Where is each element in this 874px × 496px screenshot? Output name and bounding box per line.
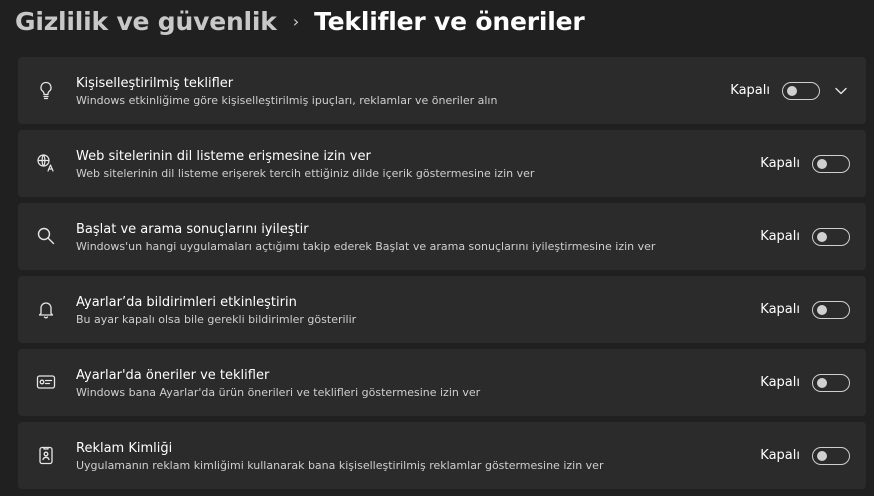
setting-row-settings-suggestions: Ayarlar'da öneriler ve teklifler Windows… — [18, 349, 866, 416]
toggle-knob — [817, 304, 827, 315]
setting-description: Web sitelerinin dil listeme erişerek ter… — [76, 167, 535, 180]
bell-icon — [35, 298, 57, 320]
language-globe-icon — [35, 152, 57, 174]
search-icon — [35, 225, 57, 247]
advertising-id-toggle[interactable] — [812, 446, 850, 465]
setting-row-personalized-offers[interactable]: Kişiselleştirilmiş teklifler Windows etk… — [18, 57, 866, 124]
settings-page: Gizlilik ve güvenlik › Teklifler ve öner… — [0, 0, 874, 496]
setting-title: Başlat ve arama sonuçlarını iyileştir — [76, 222, 309, 237]
setting-title: Web sitelerinin dil listeme erişmesine i… — [76, 149, 371, 164]
toggle-state-label: Kapalı — [760, 229, 800, 244]
toggle-state-label: Kapalı — [760, 375, 800, 390]
toggle-knob — [817, 450, 827, 461]
setting-title: Kişiselleştirilmiş teklifler — [76, 76, 234, 91]
toggle-state-label: Kapalı — [730, 83, 770, 98]
chevron-down-icon[interactable] — [834, 84, 848, 98]
setting-row-language-list: Web sitelerinin dil listeme erişmesine i… — [18, 130, 866, 197]
breadcrumb: Gizlilik ve güvenlik › Teklifler ve öner… — [15, 3, 585, 39]
page-title: Teklifler ve öneriler — [314, 6, 585, 36]
toggle-state-label: Kapalı — [760, 448, 800, 463]
improve-start-search-toggle[interactable] — [812, 227, 850, 246]
toggle-knob — [817, 231, 827, 242]
setting-row-improve-start-search: Başlat ve arama sonuçlarını iyileştir Wi… — [18, 203, 866, 270]
toggle-state-label: Kapalı — [760, 156, 800, 171]
setting-title: Ayarlar’da bildirimleri etkinleştirin — [76, 295, 297, 310]
setting-description: Windows etkinliğime göre kişiselleştiril… — [76, 94, 498, 107]
lightbulb-icon — [35, 79, 57, 101]
settings-list: Kişiselleştirilmiş teklifler Windows etk… — [18, 57, 866, 495]
toggle-knob — [817, 158, 827, 169]
setting-description: Bu ayar kapalı olsa bile gerekli bildiri… — [76, 313, 357, 326]
setting-description: Windows bana Ayarlar'da ürün önerileri v… — [76, 386, 481, 399]
toggle-knob — [787, 85, 797, 96]
toggle-state-label: Kapalı — [760, 302, 800, 317]
setting-description: Uygulamanın reklam kimliğimi kullanarak … — [76, 459, 604, 472]
setting-row-settings-notifications: Ayarlar’da bildirimleri etkinleştirin Bu… — [18, 276, 866, 343]
toggle-knob — [817, 377, 827, 388]
setting-description: Windows'un hangi uygulamaları açtığımı t… — [76, 240, 656, 253]
language-list-toggle[interactable] — [812, 154, 850, 173]
personalized-offers-toggle[interactable] — [782, 81, 820, 100]
breadcrumb-parent-link[interactable]: Gizlilik ve güvenlik — [15, 7, 277, 36]
id-badge-icon — [35, 444, 57, 466]
settings-card-icon — [35, 371, 57, 393]
setting-title: Ayarlar'da öneriler ve teklifler — [76, 368, 270, 383]
setting-title: Reklam Kimliği — [76, 441, 173, 456]
setting-row-advertising-id: Reklam Kimliği Uygulamanın reklam kimliğ… — [18, 422, 866, 489]
settings-suggestions-toggle[interactable] — [812, 373, 850, 392]
breadcrumb-separator-icon: › — [292, 11, 300, 31]
settings-notifications-toggle[interactable] — [812, 300, 850, 319]
